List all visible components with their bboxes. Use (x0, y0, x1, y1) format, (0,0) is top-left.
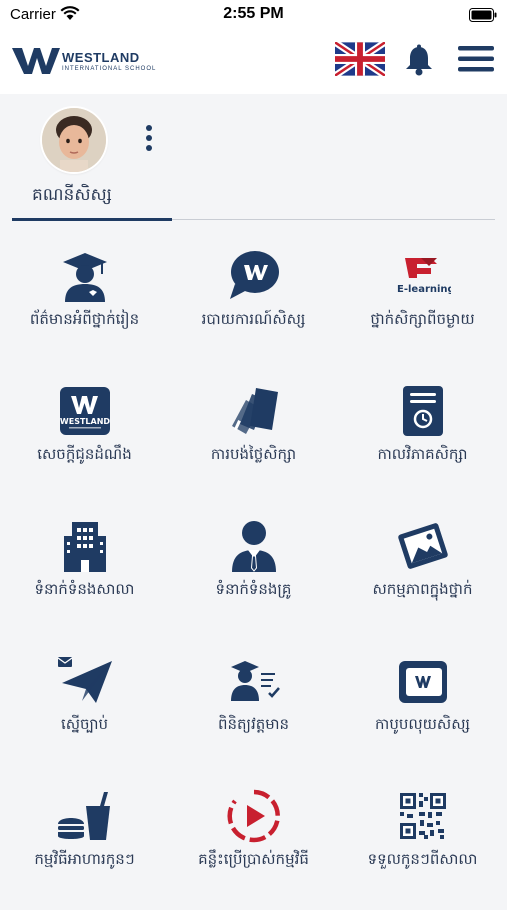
hamburger-menu-icon[interactable] (458, 46, 494, 76)
menu-item-label: ទទួលកូនៗពីសាលា (367, 850, 478, 868)
student-wallet-icon (393, 653, 453, 709)
attendance-icon (224, 653, 284, 709)
food-drink-icon (55, 788, 115, 844)
menu-item-pickup[interactable]: ទទួលកូនៗពីសាលា (338, 780, 507, 910)
bell-icon[interactable] (404, 44, 434, 80)
menu-item-label: កាលវិភាគសិក្សា (377, 445, 468, 463)
menu-item-leave-request[interactable]: ស្នើច្បាប់ (0, 645, 169, 775)
status-bar: Carrier 2:55 PM (0, 0, 507, 30)
menu-item-label: របាយការណ៍សិស្ស (201, 310, 306, 328)
menu-item-label: គន្លឹះប្រើប្រាស់កម្មវិធី (198, 850, 309, 868)
battery-icon (469, 8, 497, 27)
menu-item-label: ទំនាក់ទំនងគ្រូ (215, 580, 292, 598)
menu-item-app-tutorial[interactable]: គន្លឹះប្រើប្រាស់កម្មវិធី (169, 780, 338, 910)
paper-plane-icon (55, 653, 115, 709)
menu-item-attendance[interactable]: ពិនិត្យវត្តមាន (169, 645, 338, 775)
menu-item-label: ស្នើច្បាប់ (60, 715, 109, 733)
avatar[interactable] (42, 108, 106, 172)
qr-code-icon (393, 788, 453, 844)
menu-item-class-info[interactable]: ព័ត៌មានអំពីថ្នាក់រៀន (0, 240, 169, 370)
menu-item-label: ព័ត៌មានអំពីថ្នាក់រៀន (29, 310, 140, 328)
menu-item-student-wallet[interactable]: កាបូបលុយសិស្ស (338, 645, 507, 775)
logo-subtitle: INTERNATIONAL SCHOOL (62, 66, 157, 72)
teacher-icon (224, 518, 284, 574)
menu-item-label: ទំនាក់ទំនងសាលា (34, 580, 135, 598)
logo-name: WESTLAND (62, 50, 140, 65)
menu-item-label: ថ្នាក់សិក្សាពីចម្ងាយ (370, 310, 475, 328)
menu-item-e-learning[interactable]: E-learning ថ្នាក់សិក្សាពីចម្ងាយ (338, 240, 507, 370)
profile-section: គណនីសិស្ស (0, 94, 507, 224)
speech-bubble-logo-icon (224, 248, 284, 304)
student-graduate-icon (55, 248, 115, 304)
tab-student-account[interactable]: គណនីសិស្ស (32, 184, 112, 209)
more-options-icon[interactable] (145, 124, 153, 156)
status-time: 2:55 PM (223, 5, 284, 22)
menu-item-label: ពិនិត្យវត្តមាន (217, 715, 290, 733)
menu-item-class-activity[interactable]: សកម្មភាពក្នុងថ្នាក់ (338, 510, 507, 640)
westland-logo-icon (12, 46, 60, 78)
play-tutorial-icon (224, 788, 284, 844)
menu-item-teacher-contact[interactable]: ទំនាក់ទំនងគ្រូ (169, 510, 338, 640)
menu-item-label: ការបង់ថ្លៃសិក្សា (210, 445, 297, 463)
menu-item-schedule[interactable]: កាលវិភាគសិក្សា (338, 375, 507, 505)
menu-item-student-report[interactable]: របាយការណ៍សិស្ស (169, 240, 338, 370)
svg-text:WESTLAND: WESTLAND (59, 417, 109, 426)
menu-item-label: សេចក្តីជូនដំណឹង (37, 445, 132, 463)
svg-text:E-learning: E-learning (397, 284, 451, 295)
menu-item-label: សកម្មភាពក្នុងថ្នាក់ (372, 580, 473, 598)
menu-item-label: កាបូបលុយសិស្ស (375, 715, 470, 733)
uk-flag-icon[interactable] (333, 39, 387, 80)
class-activity-photo-icon (393, 518, 453, 574)
school-building-icon (55, 518, 115, 574)
app-header: WESTLAND INTERNATIONAL SCHOOL (0, 30, 507, 94)
menu-item-label: កម្មវិធីអាហារកូនៗ (34, 850, 135, 868)
e-learning-icon: E-learning (393, 248, 453, 304)
schedule-book-icon (393, 383, 453, 439)
menu-item-announcement[interactable]: WESTLAND សេចក្តីជូនដំណឹង (0, 375, 169, 505)
westland-announcement-icon: WESTLAND (55, 383, 115, 439)
tab-active-indicator (12, 218, 172, 221)
payment-cards-icon (224, 383, 284, 439)
menu-item-tuition-payment[interactable]: ការបង់ថ្លៃសិក្សា (169, 375, 338, 505)
menu-item-school-contact[interactable]: ទំនាក់ទំនងសាលា (0, 510, 169, 640)
menu-item-kids-meal[interactable]: កម្មវិធីអាហារកូនៗ (0, 780, 169, 910)
